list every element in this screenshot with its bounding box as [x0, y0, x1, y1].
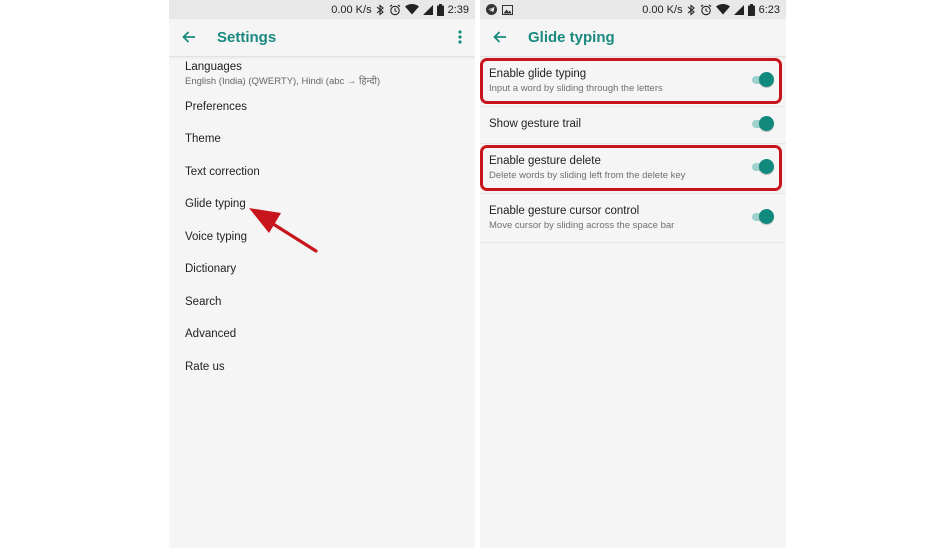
settings-item-text-correction[interactable]: Text correction [185, 166, 465, 178]
status-bar: 0.00 K/s 6:23 [480, 0, 786, 19]
pref-title: Enable glide typing [489, 68, 587, 80]
settings-item-subtitle: English (India) (QWERTY), Hindi (abc → ह… [185, 76, 381, 87]
alarm-icon [389, 4, 400, 15]
toggle-switch[interactable] [752, 159, 774, 175]
settings-item-advanced[interactable]: Advanced [185, 328, 465, 340]
settings-item-label: Glide typing [185, 198, 246, 210]
wifi-icon [404, 4, 419, 15]
cell-signal-icon [422, 4, 433, 15]
glide-typing-screen: 0.00 K/s 6:23 Glide typing Enable glide … [480, 0, 786, 548]
settings-item-voice-typing[interactable]: Voice typing [185, 231, 465, 243]
settings-item-theme[interactable]: Theme [185, 133, 465, 145]
app-bar: Settings [169, 19, 475, 57]
page-title: Glide typing [528, 29, 615, 46]
pref-title: Enable gesture delete [489, 155, 601, 167]
pref-show-gesture-trail[interactable]: Show gesture trail [480, 106, 786, 144]
back-button[interactable] [177, 25, 201, 49]
settings-item-rate-us[interactable]: Rate us [185, 361, 465, 373]
arrow-left-icon [182, 31, 195, 43]
settings-item-label: Preferences [185, 101, 248, 113]
settings-item-label: Languages [185, 61, 242, 73]
status-bar: 0.00 K/s 2:39 [169, 0, 475, 19]
clock: 6:23 [758, 3, 780, 16]
network-speed: 0.00 K/s [642, 3, 683, 16]
pref-title: Show gesture trail [489, 118, 582, 130]
pref-title: Enable gesture cursor control [489, 205, 640, 217]
toggle-switch[interactable] [752, 116, 774, 132]
toggle-switch[interactable] [752, 209, 774, 225]
settings-item-search[interactable]: Search [185, 296, 465, 308]
telegram-icon [486, 4, 497, 15]
more-vert-icon [458, 30, 462, 44]
arrow-left-icon [493, 31, 506, 43]
battery-icon [747, 3, 755, 16]
settings-item-glide-typing[interactable]: Glide typing [185, 198, 465, 210]
wifi-icon [715, 4, 730, 15]
settings-item-label: Theme [185, 133, 221, 145]
app-bar: Glide typing [480, 19, 786, 57]
bluetooth-icon [687, 3, 695, 16]
pref-enable-gesture-delete[interactable]: Enable gesture delete Delete words by sl… [480, 143, 786, 194]
clock: 2:39 [447, 3, 469, 16]
settings-item-preferences[interactable]: Preferences [185, 101, 465, 113]
battery-icon [436, 3, 444, 16]
overflow-menu-button[interactable] [451, 25, 469, 49]
settings-item-label: Rate us [185, 361, 225, 373]
pref-subtitle: Move cursor by sliding across the space … [489, 220, 675, 231]
bluetooth-icon [376, 3, 384, 16]
cell-signal-icon [733, 4, 744, 15]
pref-subtitle: Delete words by sliding left from the de… [489, 170, 686, 181]
annotation-arrow-icon [249, 208, 318, 253]
settings-item-dictionary[interactable]: Dictionary [185, 263, 465, 275]
settings-screen: 0.00 K/s 2:39 Settings Languages English… [169, 0, 475, 548]
back-button[interactable] [488, 25, 512, 49]
image-icon [502, 4, 513, 15]
pref-enable-gesture-cursor-control[interactable]: Enable gesture cursor control Move curso… [480, 193, 786, 243]
network-speed: 0.00 K/s [331, 3, 372, 16]
pref-subtitle: Input a word by sliding through the lett… [489, 83, 663, 94]
settings-item-languages[interactable]: Languages English (India) (QWERTY), Hind… [185, 61, 465, 87]
toggle-switch[interactable] [752, 72, 774, 88]
alarm-icon [700, 4, 711, 15]
page-title: Settings [217, 29, 277, 46]
settings-item-label: Advanced [185, 328, 237, 340]
settings-item-label: Text correction [185, 166, 260, 178]
settings-item-label: Dictionary [185, 263, 237, 275]
settings-item-label: Search [185, 296, 222, 308]
settings-item-label: Voice typing [185, 231, 248, 243]
pref-enable-glide-typing[interactable]: Enable glide typing Input a word by slid… [480, 56, 786, 107]
